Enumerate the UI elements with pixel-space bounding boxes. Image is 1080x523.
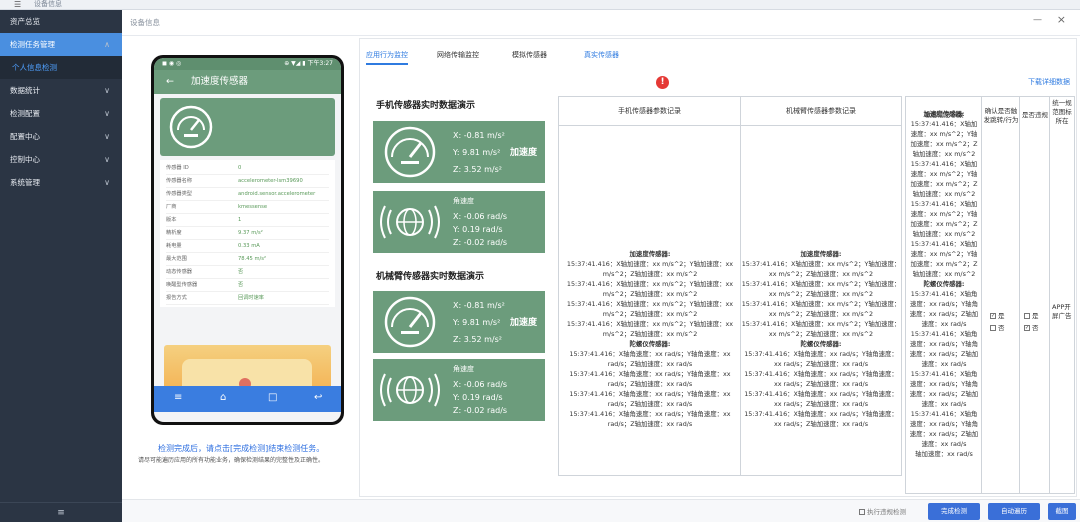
violation-yes-checkbox[interactable]: 是: [1024, 311, 1039, 322]
sensitive-param-log[interactable]: 加速度传感器: 15:37:41.416：X轴加速度：xx m/s^2；Y轴加速…: [909, 109, 979, 487]
phone-accel-card: X: -0.81 m/s² Y: 9.81 m/s² Z: 3.52 m/s² …: [373, 121, 545, 183]
phone-frame: ◼ ◉ ◎ ⊕ ▼◢ ▮ 下午3:27 ← 加速度传感器 传感器 ID 0 传感器…: [151, 55, 344, 425]
chevron-down-icon: ∨: [104, 86, 110, 95]
phone-gyro-card: 角速度 X: -0.06 rad/s Y: 0.19 rad/s Z: -0.0…: [373, 191, 545, 253]
violation-header: 是否违规: [1022, 111, 1048, 119]
list-item: 传感器名称 accelerometer-lsm39690: [166, 175, 329, 188]
phone-app-title: 加速度传感器: [191, 76, 249, 87]
violation-no-checkbox[interactable]: ✓ 否: [1024, 323, 1039, 334]
finish-detection-button[interactable]: 完成检测: [928, 503, 980, 520]
phone-app-bar: ← 加速度传感器: [154, 70, 341, 94]
phone-sensor-title: 手机传感器实时数据演示: [376, 101, 476, 111]
close-icon[interactable]: ×: [1057, 13, 1066, 26]
sidebar-collapse-button[interactable]: ≡: [0, 502, 122, 522]
accel-label: 加速度: [509, 148, 537, 158]
sidebar-item-assets[interactable]: 资产总览: [0, 10, 122, 33]
tab-real-sensor[interactable]: 真实传感器: [584, 50, 619, 60]
sidebar-item-task-mgmt[interactable]: 检测任务管理 ∧: [0, 33, 122, 56]
violation-check-toggle[interactable]: 执行违规检测: [859, 506, 906, 516]
download-link[interactable]: 下载详细数据: [1028, 77, 1070, 87]
phone-nav-bar: ≡ ⌂ □ ↩: [154, 386, 341, 412]
home-icon[interactable]: ⌂: [220, 392, 226, 403]
confirm-trigger-header: 确认是否触发跳转/行为: [983, 107, 1019, 124]
chevron-down-icon: ∨: [104, 155, 110, 164]
confirm-no-checkbox[interactable]: 否: [990, 323, 1005, 334]
list-item: 厂商 kmessense: [166, 201, 329, 214]
main-panel: 应用行为监控 网络传输监控 模拟传感器 真实传感器 下载详细数据 ! 手机传感器…: [359, 38, 1077, 497]
confirm-yes-checkbox[interactable]: ✓ 是: [990, 311, 1005, 322]
phone-record-log: 加速度传感器: 15:37:41.416：X轴加速度：xx m/s^2；Y轴加速…: [566, 250, 734, 428]
minimize-icon[interactable]: —: [1033, 15, 1042, 25]
list-item: 版本 1: [166, 214, 329, 227]
sensor-info-list: 传感器 ID 0 传感器名称 accelerometer-lsm39690 传感器类…: [160, 160, 335, 307]
accel-label: 加速度: [509, 318, 537, 328]
chevron-down-icon: ∨: [104, 109, 110, 118]
screenshot-button[interactable]: 截图: [1048, 503, 1076, 520]
list-item: 动态传感器否: [166, 266, 329, 279]
square-icon[interactable]: □: [268, 392, 277, 403]
arm-gyro-card: 角速度 X: -0.06 rad/s Y: 0.19 rad/s Z: -0.0…: [373, 359, 545, 421]
phone-status-bar: ◼ ◉ ◎ ⊕ ▼◢ ▮ 下午3:27: [154, 58, 341, 70]
page-title: 设备信息: [130, 18, 160, 27]
phone-record-header: 手机传感器参数记录: [559, 97, 740, 126]
sidebar-item-config-center[interactable]: 配置中心 ∨: [0, 125, 122, 148]
list-item: 报告方式 回调时速率: [166, 292, 329, 305]
warning-icon: !: [656, 76, 669, 89]
back-icon[interactable]: ↩: [314, 392, 322, 403]
sidebar-item-personal-info[interactable]: 个人信息检测: [0, 56, 122, 79]
sidebar-item-stats[interactable]: 数据统计 ∨: [0, 79, 122, 102]
speedometer-banner: [160, 98, 335, 156]
list-item: 耗电量 0.33 mA: [166, 240, 329, 253]
sidebar: 资产总览 检测任务管理 ∧ 个人信息检测 数据统计 ∨ 检测配置 ∨ 配置中心 ∨ 控制…: [0, 10, 122, 522]
sidebar-item-system[interactable]: 系统管理 ∨: [0, 171, 122, 194]
speedometer-icon: [169, 105, 213, 149]
footer-bar: 执行违规检测 完成检测 自动遍历 截图: [122, 499, 1080, 522]
list-item: 精析度 9.37 m/s²: [166, 227, 329, 240]
tab-network[interactable]: 网络传输监控: [437, 50, 479, 60]
list-item: 传感器类型 android.sensor.accelerometer: [166, 188, 329, 201]
page-header: 设备信息 — ×: [122, 10, 1080, 36]
list-item: 唤醒型传感器否: [166, 279, 329, 292]
tab-app-behavior[interactable]: 应用行为监控: [366, 50, 408, 65]
icon-location-header: 统一规范图标所在: [1052, 99, 1072, 125]
menu-icon[interactable]: ≡: [174, 392, 182, 403]
arm-accel-card: X: -0.81 m/s² Y: 9.81 m/s² Z: 3.52 m/s² …: [373, 291, 545, 353]
menu-icon[interactable]: ☰: [14, 0, 21, 9]
sensor-record-table: 手机传感器参数记录 机械臂传感器参数记录 加速度传感器: 15:37:41.41…: [558, 96, 902, 476]
title-bar: ☰ 设备信息: [0, 0, 1080, 10]
phone-screen: ◼ ◉ ◎ ⊕ ▼◢ ▮ 下午3:27 ← 加速度传感器 传感器 ID 0 传感器…: [154, 58, 341, 422]
window-title: 设备信息: [34, 0, 62, 8]
chevron-down-icon: ∨: [104, 132, 110, 141]
globe-icon: [380, 373, 440, 407]
back-arrow-icon[interactable]: ←: [166, 76, 174, 87]
coverage-hint: 请尽可能遍历应用的所有功能业务，确保检测结果的完整性及正确性。: [138, 457, 325, 464]
auto-traverse-button[interactable]: 自动遍历: [988, 503, 1040, 520]
speedometer-icon: [384, 126, 436, 178]
sidebar-item-config[interactable]: 检测配置 ∨: [0, 102, 122, 125]
finish-hint: 检测完成后，请点击[完成检测]结束检测任务。: [158, 444, 325, 453]
arm-record-log: 加速度传感器: 15:37:41.416：X轴加速度：xx m/s^2；Y轴加速…: [741, 250, 901, 428]
arm-sensor-title: 机械臂传感器实时数据演示: [376, 272, 485, 282]
arm-record-header: 机械臂传感器参数记录: [741, 97, 901, 126]
sidebar-item-control[interactable]: 控制中心 ∨: [0, 148, 122, 171]
tab-simulated-sensor[interactable]: 模拟传感器: [512, 50, 547, 60]
sensitive-info-table: 敏感信息参数 加速度传感器: 15:37:41.416：X轴加速度：xx m/s…: [905, 96, 1075, 494]
list-item: 最大范围 78.45 m/s²: [166, 253, 329, 266]
globe-icon: [380, 205, 440, 239]
list-item: 传感器 ID 0: [166, 162, 329, 175]
speedometer-icon: [384, 296, 436, 348]
chevron-up-icon: ∧: [104, 40, 110, 49]
chevron-down-icon: ∨: [104, 178, 110, 187]
app-ad-text: APP开屏广告: [1052, 303, 1072, 320]
